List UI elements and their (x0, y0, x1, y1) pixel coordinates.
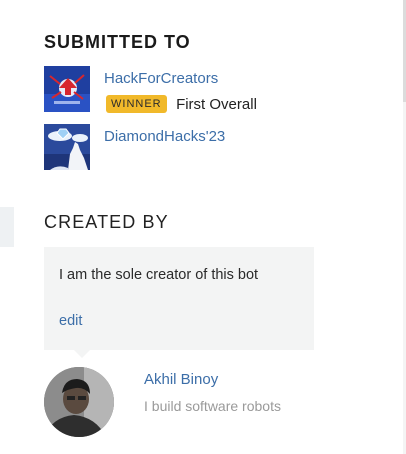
member-avatar-icon (44, 367, 114, 437)
creator-note-box: I am the sole creator of this bot edit (44, 247, 314, 358)
callout-pointer (74, 350, 90, 358)
created-by-heading: CREATED BY (44, 212, 169, 232)
hackathon-link[interactable]: DiamondHacks'23 (104, 128, 225, 145)
hackforcreators-thumbnail[interactable] (44, 66, 90, 112)
member-avatar[interactable] (44, 367, 114, 437)
hackathon-item: HackForCreators WINNER First Overall (44, 66, 384, 115)
hackathon-item: DiamondHacks'23 (44, 124, 384, 170)
diamondhacks-thumbnail[interactable] (44, 124, 90, 170)
hackforcreators-logo-icon (44, 66, 90, 112)
edit-link[interactable]: edit (59, 313, 82, 329)
diamondhacks-logo-icon (44, 124, 90, 170)
prize-row: WINNER First Overall (106, 95, 257, 115)
submitted-to-heading: SUBMITTED TO (44, 32, 191, 52)
hackathon-link[interactable]: HackForCreators (104, 70, 218, 87)
winner-badge: WINNER (106, 95, 167, 113)
prize-name: First Overall (176, 95, 257, 113)
creator-note-text: I am the sole creator of this bot (59, 267, 259, 283)
side-panel-tab (0, 207, 14, 247)
member-bio: I build software robots (144, 398, 281, 414)
member-name-link[interactable]: Akhil Binoy (144, 371, 218, 388)
